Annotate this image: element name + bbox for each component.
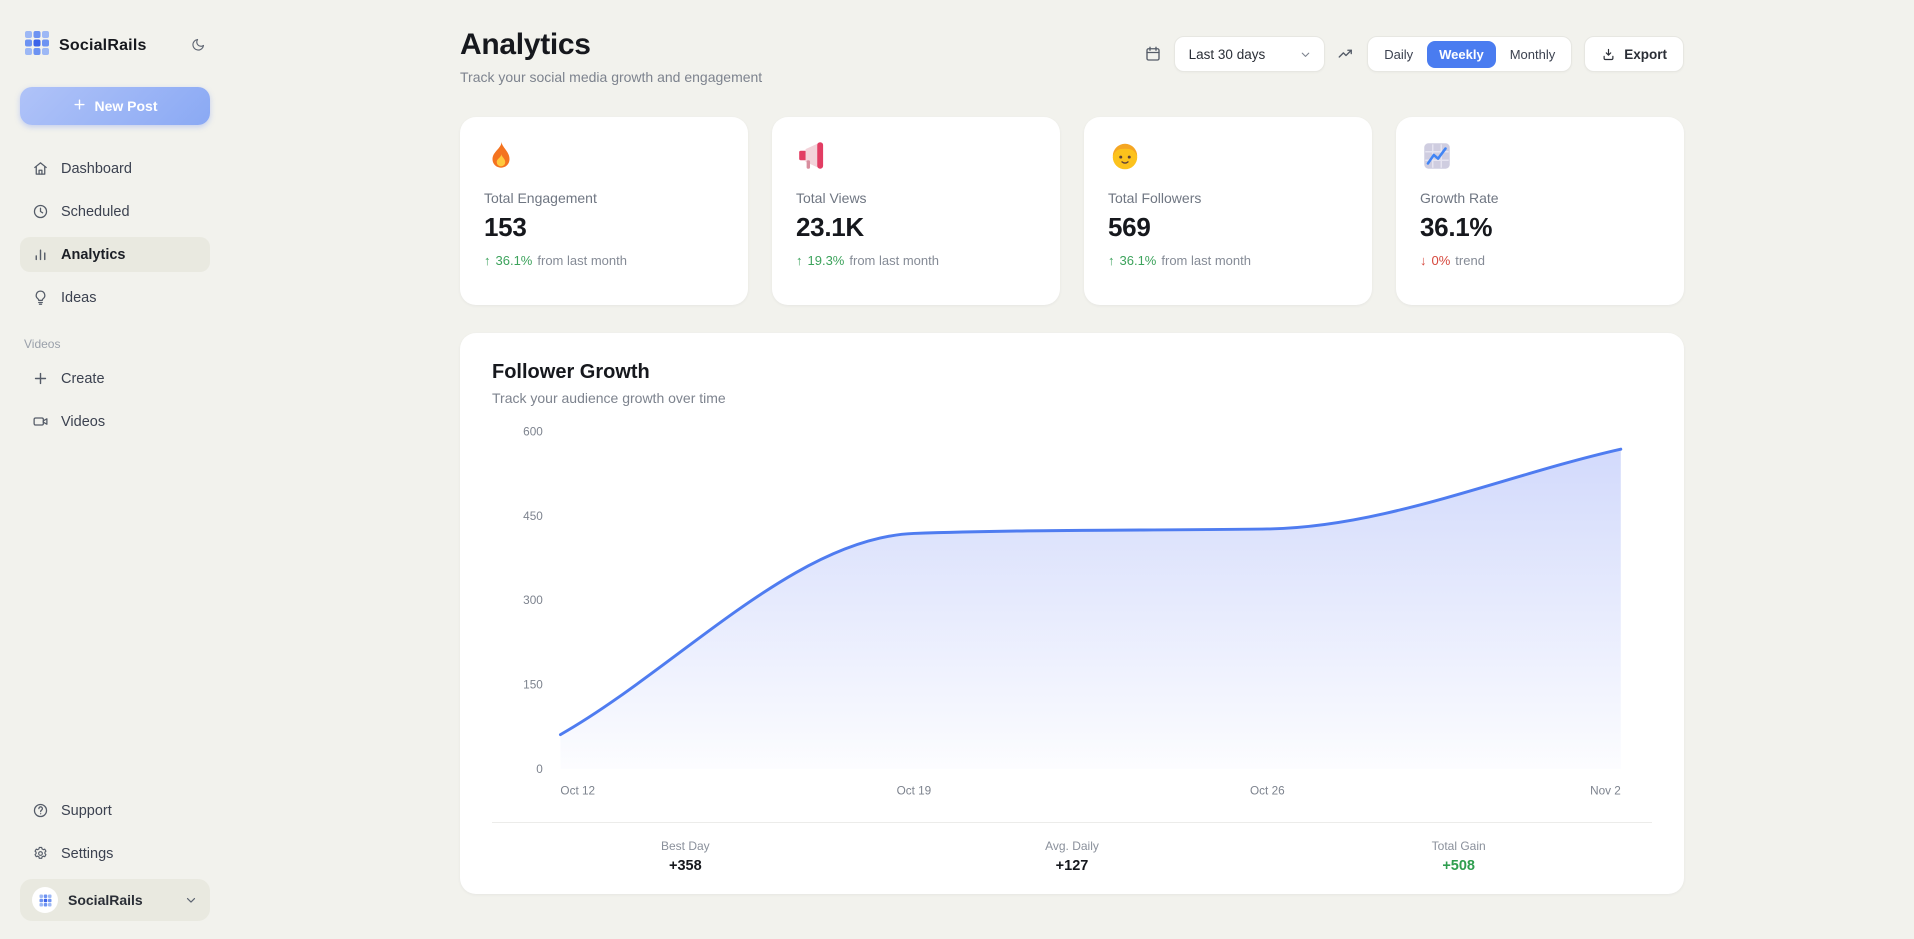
arrow-up-icon: ↑ bbox=[796, 253, 803, 268]
page-heading: Analytics Track your social media growth… bbox=[460, 28, 762, 85]
stat-value: 36.1% bbox=[1420, 212, 1660, 243]
sidebar-item-dashboard[interactable]: Dashboard bbox=[20, 151, 210, 186]
stat-card-total-views: Total Views 23.1K ↑ 19.3% from last mont… bbox=[772, 117, 1060, 305]
sidebar-item-settings[interactable]: Settings bbox=[20, 836, 210, 871]
period-weekly-button[interactable]: Weekly bbox=[1427, 41, 1496, 68]
bar-chart-icon bbox=[32, 246, 49, 263]
person-icon bbox=[1108, 160, 1142, 177]
sidebar-item-videos[interactable]: Videos bbox=[20, 404, 210, 439]
follower-growth-card: Follower Growth Track your audience grow… bbox=[460, 333, 1684, 894]
chart-area-fill bbox=[560, 449, 1620, 769]
svg-text:600: 600 bbox=[523, 426, 543, 439]
chart-footer-total-gain: Total Gain +508 bbox=[1265, 839, 1652, 874]
sidebar-item-support[interactable]: Support bbox=[20, 793, 210, 828]
page-title: Analytics bbox=[460, 28, 762, 62]
main-area: Analytics Track your social media growth… bbox=[230, 0, 1914, 939]
stat-value: 153 bbox=[484, 212, 724, 243]
stat-delta-suffix: from last month bbox=[849, 253, 939, 268]
chart-subtitle: Track your audience growth over time bbox=[492, 390, 1652, 406]
trending-up-icon bbox=[1337, 45, 1355, 63]
sidebar-item-scheduled[interactable]: Scheduled bbox=[20, 194, 210, 229]
svg-text:0: 0 bbox=[536, 763, 543, 776]
stat-value: 569 bbox=[1108, 212, 1348, 243]
dark-mode-toggle[interactable] bbox=[191, 37, 206, 55]
stat-label: Total Views bbox=[796, 190, 1036, 206]
calendar-icon bbox=[1144, 45, 1162, 63]
stat-delta-suffix: from last month bbox=[1161, 253, 1251, 268]
sidebar-item-ideas[interactable]: Ideas bbox=[20, 280, 210, 315]
brand-logo-icon bbox=[24, 30, 50, 61]
follower-growth-chart: 0 150 300 450 600 Oct 12 Oct 19 Oct 26 Nov 2 bbox=[492, 420, 1652, 812]
fire-icon bbox=[484, 160, 518, 177]
megaphone-icon bbox=[796, 160, 830, 177]
help-circle-icon bbox=[32, 802, 49, 819]
stat-delta-suffix: trend bbox=[1455, 253, 1485, 268]
lightbulb-icon bbox=[32, 289, 49, 306]
sidebar: SocialRails New Post Dashboard Scheduled bbox=[0, 0, 230, 939]
download-icon bbox=[1601, 47, 1616, 62]
arrow-up-icon: ↑ bbox=[484, 253, 491, 268]
stat-label: Total Engagement bbox=[484, 190, 724, 206]
chart-up-icon bbox=[1420, 160, 1454, 177]
chart-footer-best-day: Best Day +358 bbox=[492, 839, 879, 874]
videos-section-label: Videos bbox=[24, 337, 206, 351]
stat-card-total-engagement: Total Engagement 153 ↑ 36.1% from last m… bbox=[460, 117, 748, 305]
stat-card-total-followers: Total Followers 569 ↑ 36.1% from last mo… bbox=[1084, 117, 1372, 305]
chart-footer: Best Day +358 Avg. Daily +127 Total Gain… bbox=[492, 822, 1652, 874]
sidebar-item-create[interactable]: Create bbox=[20, 361, 210, 396]
gear-icon bbox=[32, 845, 49, 862]
svg-text:Oct 26: Oct 26 bbox=[1250, 784, 1285, 797]
svg-text:Nov 2: Nov 2 bbox=[1590, 784, 1621, 797]
period-monthly-button[interactable]: Monthly bbox=[1498, 41, 1568, 68]
stat-label: Total Followers bbox=[1108, 190, 1348, 206]
video-camera-icon bbox=[32, 413, 49, 430]
chart-footer-avg-daily: Avg. Daily +127 bbox=[879, 839, 1266, 874]
stats-grid: Total Engagement 153 ↑ 36.1% from last m… bbox=[460, 117, 1684, 305]
svg-text:Oct 19: Oct 19 bbox=[897, 784, 932, 797]
arrow-down-icon: ↓ bbox=[1420, 253, 1427, 268]
stat-delta-pct: 0% bbox=[1432, 253, 1451, 268]
stat-delta-pct: 19.3% bbox=[808, 253, 845, 268]
stat-delta-pct: 36.1% bbox=[1120, 253, 1157, 268]
stat-delta-suffix: from last month bbox=[537, 253, 627, 268]
svg-text:Oct 12: Oct 12 bbox=[560, 784, 595, 797]
chevron-down-icon bbox=[184, 893, 198, 907]
plus-icon bbox=[32, 370, 49, 387]
page-subtitle: Track your social media growth and engag… bbox=[460, 69, 762, 85]
chevron-down-icon bbox=[1299, 48, 1312, 61]
brand-name: SocialRails bbox=[59, 37, 182, 55]
svg-text:300: 300 bbox=[523, 594, 543, 607]
y-axis-labels: 0 150 300 450 600 bbox=[523, 426, 543, 776]
workspace-logo-icon bbox=[32, 887, 58, 913]
main-nav: Dashboard Scheduled Analytics Ideas bbox=[20, 151, 210, 315]
chart-title: Follower Growth bbox=[492, 361, 1652, 384]
stat-card-growth-rate: Growth Rate 36.1% ↓ 0% trend bbox=[1396, 117, 1684, 305]
clock-icon bbox=[32, 203, 49, 220]
export-button[interactable]: Export bbox=[1584, 36, 1684, 72]
moon-icon bbox=[191, 37, 206, 55]
svg-text:450: 450 bbox=[523, 510, 543, 523]
period-daily-button[interactable]: Daily bbox=[1372, 41, 1425, 68]
x-axis-labels: Oct 12 Oct 19 Oct 26 Nov 2 bbox=[560, 784, 1620, 797]
date-range-dropdown[interactable]: Last 30 days bbox=[1174, 36, 1326, 72]
period-segmented-control: Daily Weekly Monthly bbox=[1367, 36, 1572, 72]
videos-nav: Create Videos bbox=[20, 361, 210, 439]
sidebar-item-analytics[interactable]: Analytics bbox=[20, 237, 210, 272]
stat-value: 23.1K bbox=[796, 212, 1036, 243]
plus-icon bbox=[72, 97, 87, 115]
stat-delta-pct: 36.1% bbox=[496, 253, 533, 268]
new-post-button[interactable]: New Post bbox=[20, 87, 210, 125]
footer-nav: Support Settings bbox=[20, 793, 210, 871]
home-icon bbox=[32, 160, 49, 177]
arrow-up-icon: ↑ bbox=[1108, 253, 1115, 268]
workspace-switcher[interactable]: SocialRails bbox=[20, 879, 210, 921]
svg-text:150: 150 bbox=[523, 679, 543, 692]
brand: SocialRails bbox=[20, 30, 210, 61]
stat-label: Growth Rate bbox=[1420, 190, 1660, 206]
